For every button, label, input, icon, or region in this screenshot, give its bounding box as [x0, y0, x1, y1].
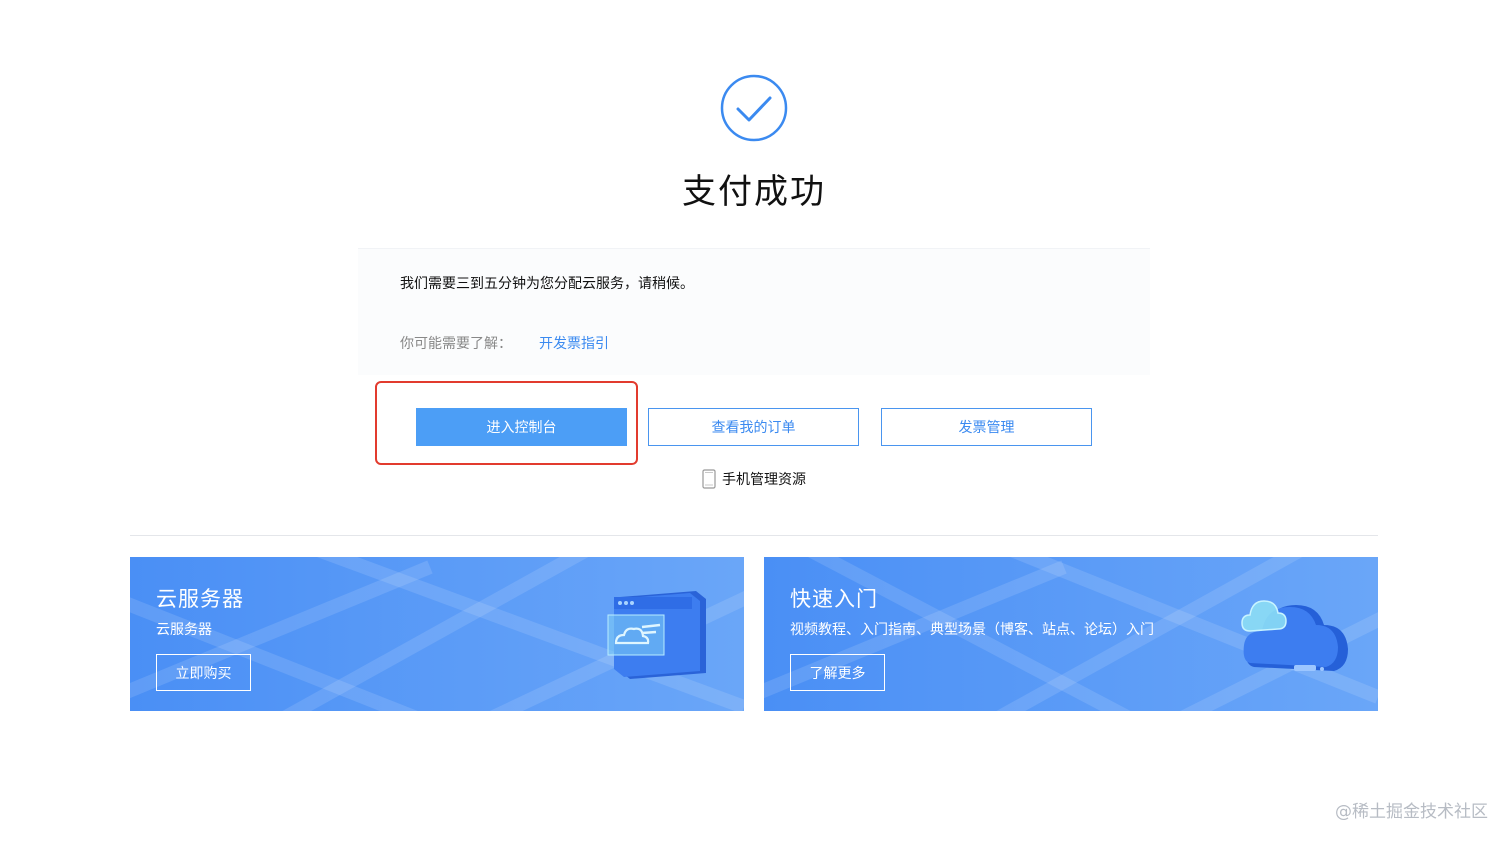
phone-icon: [702, 469, 716, 489]
page-title: 支付成功: [682, 172, 826, 212]
mobile-manage-label: 手机管理资源: [722, 472, 806, 488]
notice-panel: 我们需要三到五分钟为您分配云服务，请稍候。 你可能需要了解： 开发票指引: [358, 248, 1150, 375]
view-orders-button[interactable]: 查看我的订单: [648, 408, 859, 446]
buy-now-button[interactable]: 立即购买: [156, 654, 251, 691]
hint-label: 你可能需要了解：: [400, 336, 512, 352]
learn-more-button[interactable]: 了解更多: [790, 654, 885, 691]
promo-title: 快速入门: [790, 587, 878, 611]
watermark: @稀土掘金技术社区: [1335, 802, 1488, 822]
promo-card-cloud-server: 云服务器 云服务器 立即购买: [130, 557, 744, 711]
promo-title: 云服务器: [156, 587, 244, 611]
mobile-manage-link[interactable]: 手机管理资源: [702, 469, 806, 489]
cloud-server-window-icon: [607, 591, 706, 679]
check-circle-icon: [720, 74, 788, 142]
promo-subtitle: 云服务器: [156, 622, 212, 638]
notice-message: 我们需要三到五分钟为您分配云服务，请稍候。: [400, 276, 694, 292]
promo-card-quick-start: 快速入门 视频教程、入门指南、典型场景（博客、站点、论坛）入门 了解更多: [764, 557, 1378, 711]
divider: [130, 535, 1378, 536]
invoice-guide-link[interactable]: 开发票指引: [539, 333, 609, 353]
invoice-management-button[interactable]: 发票管理: [881, 408, 1092, 446]
promo-subtitle: 视频教程、入门指南、典型场景（博客、站点、论坛）入门: [790, 622, 1154, 638]
cloud-storage-icon: [1241, 600, 1348, 671]
enter-console-button[interactable]: 进入控制台: [416, 408, 627, 446]
